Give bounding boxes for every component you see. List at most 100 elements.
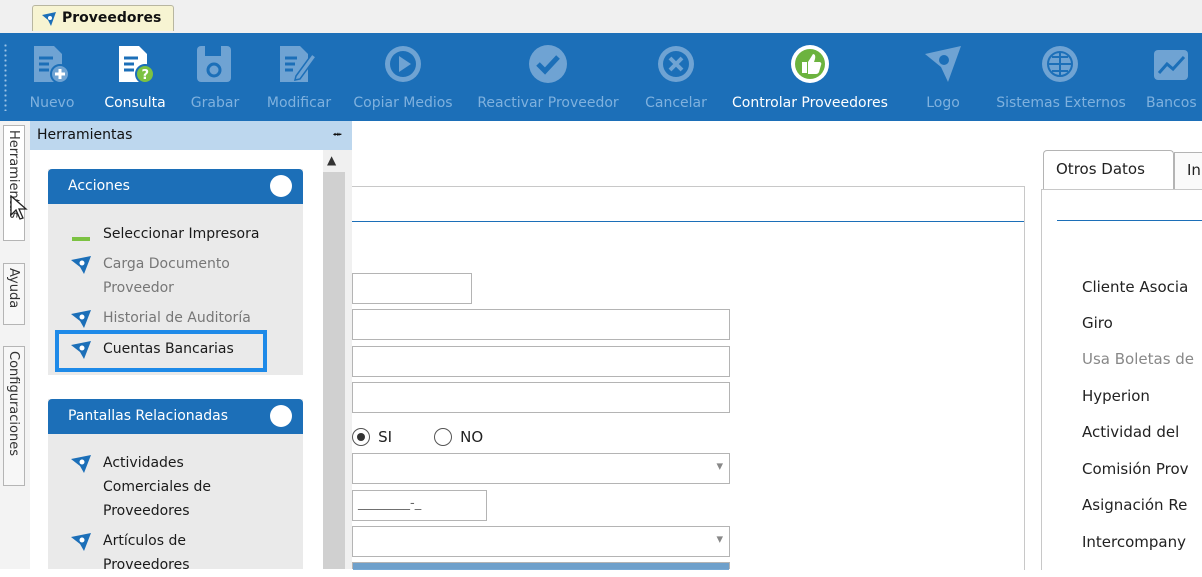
sistemas-externos-label: Sistemas Externos [996, 95, 1126, 111]
sistemas-externos-button[interactable]: Sistemas Externos [986, 33, 1136, 121]
item-label: Artículos de Proveedores [103, 533, 190, 573]
printer-icon [70, 225, 92, 249]
tab-in-label: In [1187, 161, 1201, 179]
usa-boletas-label: Usa Boletas de [1082, 350, 1195, 368]
x-circle-icon [654, 42, 698, 86]
reactivar-proveedor-label: Reactivar Proveedor [477, 95, 619, 111]
pantallas-relacionadas-title: Pantallas Relacionadas [68, 408, 228, 424]
logo-icon [70, 454, 92, 478]
intercompany-label: Intercompany [1082, 533, 1187, 551]
radio-no[interactable]: NO [434, 426, 483, 446]
tab-in[interactable]: In [1174, 152, 1202, 190]
pantallas-relacionadas-group: Pantallas Relacionadas Actividades Comer… [48, 399, 303, 573]
actividades-comerciales-item[interactable]: Actividades Comerciales de Proveedores [70, 451, 300, 523]
tab-proveedores[interactable]: Proveedores [32, 5, 174, 31]
logo-button[interactable]: Logo [912, 33, 974, 121]
text-field[interactable] [352, 346, 730, 377]
controlar-proveedores-button[interactable]: Controlar Proveedores [722, 33, 898, 121]
new-document-icon [28, 42, 72, 86]
actividad-label: Actividad del [1082, 423, 1180, 441]
logo-label: Logo [926, 95, 960, 111]
mouse-pointer-icon [10, 194, 28, 225]
articulos-proveedores-item[interactable]: Artículos de Proveedores [70, 529, 300, 577]
consulta-button[interactable]: ? Consulta [97, 33, 173, 121]
query-document-icon: ? [113, 42, 157, 86]
cancelar-label: Cancelar [645, 95, 707, 111]
scroll-up-icon[interactable]: ▲ [327, 153, 336, 167]
side-tab-label: Configuraciones [6, 351, 21, 456]
side-tab-configuraciones[interactable]: Configuraciones [3, 346, 25, 486]
svg-text:?: ? [142, 68, 150, 83]
seleccionar-impresora-item[interactable]: Seleccionar Impresora [70, 222, 300, 246]
side-tab-ayuda[interactable]: Ayuda [3, 263, 25, 325]
reactivar-proveedor-button[interactable]: Reactivar Proveedor [468, 33, 628, 121]
scroll-thumb[interactable] [323, 172, 345, 569]
cancelar-button[interactable]: Cancelar [638, 33, 714, 121]
carga-documento-proveedor-item[interactable]: Carga Documento Proveedor [70, 252, 300, 300]
copiar-medios-button[interactable]: Copiar Medios [348, 33, 458, 121]
tab-otros-datos-label: Otros Datos [1056, 160, 1145, 178]
play-circle-icon [381, 42, 425, 86]
logo-icon [70, 532, 92, 556]
bancos-button[interactable]: Bancos [1146, 33, 1202, 121]
radio-si[interactable]: SI [352, 426, 392, 446]
item-label: Historial de Auditoría [103, 310, 251, 326]
pin-icon[interactable]: ⭺ [332, 126, 342, 148]
trend-chart-icon [1150, 42, 1194, 86]
text-field[interactable] [352, 309, 730, 340]
giro-label: Giro [1082, 314, 1113, 332]
collapse-icon[interactable] [270, 175, 292, 197]
document-tab-bar: Proveedores [0, 0, 1202, 33]
radio-si-label: SI [378, 427, 393, 446]
masked-value: ________-_ [358, 496, 422, 511]
tab-label: Proveedores [62, 10, 162, 26]
nuevo-label: Nuevo [29, 95, 75, 111]
otros-datos-divider [1057, 220, 1202, 221]
grabar-button[interactable]: Grabar [185, 33, 245, 121]
item-label: Carga Documento Proveedor [103, 256, 230, 296]
historial-auditoria-item[interactable]: Historial de Auditoría [70, 306, 300, 330]
thumbs-up-icon [788, 42, 832, 86]
logo-icon [921, 42, 965, 86]
acciones-title: Acciones [68, 178, 130, 194]
code-field[interactable] [352, 273, 472, 304]
form-divider [352, 221, 1024, 222]
controlar-proveedores-label: Controlar Proveedores [732, 95, 888, 111]
bancos-label: Bancos [1146, 95, 1197, 111]
nuevo-button[interactable]: Nuevo [22, 33, 82, 121]
collapse-icon[interactable] [270, 405, 292, 427]
radio-selected-icon [352, 427, 370, 446]
check-circle-icon [526, 42, 570, 86]
tools-scrollbar[interactable]: ▲ [323, 150, 352, 569]
radio-no-label: NO [460, 427, 484, 446]
item-label: Actividades Comerciales de Proveedores [103, 455, 211, 519]
text-field[interactable] [352, 382, 730, 413]
cliente-asociado-label: Cliente Asocia [1082, 278, 1189, 296]
app-logo-icon [41, 11, 57, 31]
modificar-label: Modificar [266, 95, 332, 111]
copiar-medios-label: Copiar Medios [353, 95, 453, 111]
globe-icon [1038, 42, 1082, 86]
edit-document-icon [274, 42, 318, 86]
consulta-label: Consulta [104, 95, 166, 111]
grid-header [352, 562, 730, 570]
dropdown-field[interactable] [352, 526, 730, 557]
logo-icon [70, 255, 92, 279]
radio-empty-icon [434, 427, 452, 446]
toolbar-grip[interactable] [4, 43, 7, 111]
selection-highlight [55, 330, 267, 372]
modificar-button[interactable]: Modificar [260, 33, 338, 121]
tools-panel-header: Herramientas ⭺ [30, 121, 352, 150]
item-label: Seleccionar Impresora [103, 226, 260, 242]
main-toolbar: Nuevo ? Consulta Grabar Modificar Copiar… [0, 33, 1202, 121]
hyperion-label: Hyperion [1082, 387, 1150, 405]
asignacion-label: Asignación Re [1082, 496, 1188, 514]
acciones-header[interactable]: Acciones [48, 169, 303, 204]
pantallas-relacionadas-header[interactable]: Pantallas Relacionadas [48, 399, 303, 434]
grabar-label: Grabar [190, 95, 240, 111]
tab-otros-datos[interactable]: Otros Datos [1043, 150, 1174, 190]
comision-label: Comisión Prov [1082, 460, 1189, 478]
tools-panel-title: Herramientas [37, 127, 133, 143]
dropdown-field[interactable] [352, 453, 730, 484]
side-tab-strip: Herramientas Ayuda Configuraciones [0, 121, 31, 569]
